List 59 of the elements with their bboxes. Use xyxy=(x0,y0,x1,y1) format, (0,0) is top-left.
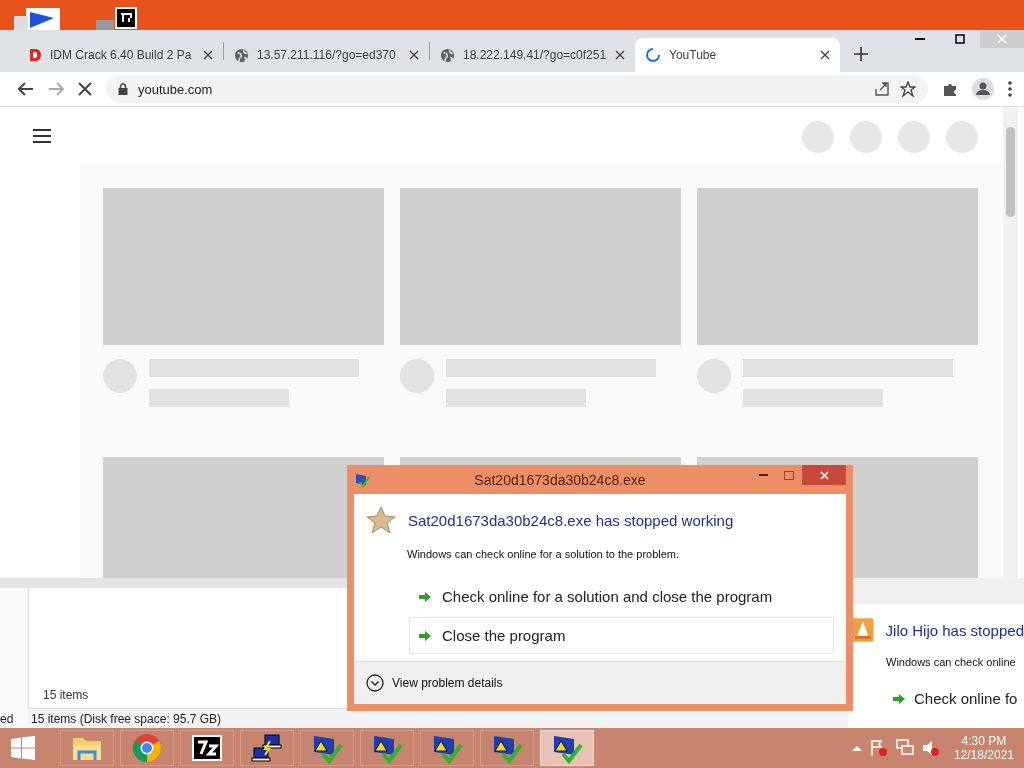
pane-text: ed xyxy=(0,712,14,726)
app-icon xyxy=(354,471,370,488)
browser-tab[interactable]: IDM Crack 6.40 Build 2 Pa xyxy=(18,38,223,72)
placeholder-circle xyxy=(850,121,882,153)
loading-spinner-icon xyxy=(645,47,661,63)
network-icon[interactable] xyxy=(895,739,914,757)
close-icon[interactable] xyxy=(409,50,419,60)
network-computers-icon xyxy=(251,733,283,763)
browser-tab[interactable]: 13.57.211.116/?go=ed370 xyxy=(224,38,429,72)
minimize-icon[interactable] xyxy=(758,474,768,476)
shortcut-icon xyxy=(96,6,140,30)
browser-tab[interactable]: 18.222.149.41/?go=c0f251 xyxy=(430,38,635,72)
close-button[interactable] xyxy=(802,465,846,485)
flag-icon[interactable] xyxy=(869,739,888,757)
share-icon[interactable] xyxy=(874,82,890,96)
placeholder-circle xyxy=(898,121,930,153)
star-icon[interactable] xyxy=(900,81,916,97)
menu-icon[interactable] xyxy=(33,129,51,143)
globe-icon xyxy=(234,47,249,63)
close-icon[interactable] xyxy=(820,50,830,60)
address-bar[interactable]: youtube.com xyxy=(106,75,928,103)
browser-tab[interactable]: YouTube xyxy=(635,38,840,72)
chevron-circle-icon xyxy=(366,674,384,692)
dialog-message: Windows can check online for a solution to the problem. xyxy=(407,548,681,560)
placeholder-circle xyxy=(802,121,834,153)
profile-icon[interactable] xyxy=(972,78,994,100)
puzzle-icon[interactable] xyxy=(942,81,958,97)
back-icon[interactable] xyxy=(18,82,34,96)
dialog-option[interactable]: Check online fo xyxy=(892,690,1024,707)
arrow-icon xyxy=(418,590,432,603)
arrow-icon xyxy=(892,692,906,705)
dialog-option[interactable]: Close the program xyxy=(409,617,834,654)
lock-icon xyxy=(118,83,128,95)
idm-icon xyxy=(28,48,42,62)
windows-logo-icon xyxy=(11,736,35,760)
maximize-icon[interactable] xyxy=(955,34,965,44)
dialog-message: Windows can check online xyxy=(886,656,1017,668)
arrow-icon xyxy=(418,629,432,642)
caret-up-icon[interactable] xyxy=(851,745,862,751)
globe-icon xyxy=(440,47,455,63)
close-icon[interactable] xyxy=(615,50,625,60)
window-title: Sat20d1673da30b24c8.exe xyxy=(473,471,647,488)
star-icon xyxy=(366,506,396,534)
placeholder-circle xyxy=(946,121,978,153)
archive-icon xyxy=(192,735,222,761)
details-toggle[interactable]: View problem details xyxy=(366,674,503,692)
chrome-icon xyxy=(132,733,162,763)
item-count: 15 items xyxy=(43,688,89,702)
traffic-cone-icon xyxy=(852,618,874,642)
taskbar-button[interactable] xyxy=(540,730,594,766)
dialog-heading: Sat20d1673da30b24c8.exe has stopped working xyxy=(408,511,734,529)
scrollbar-thumb[interactable] xyxy=(1006,127,1015,217)
close-icon[interactable] xyxy=(203,50,213,60)
menu-icon[interactable] xyxy=(1008,81,1012,97)
scrollbar[interactable] xyxy=(1003,107,1018,578)
dialog-heading: Jilo Hijo has stopped xyxy=(885,621,1024,639)
new-tab-icon[interactable] xyxy=(854,47,868,61)
speaker-icon[interactable] xyxy=(921,739,940,757)
stop-icon[interactable] xyxy=(78,82,92,96)
